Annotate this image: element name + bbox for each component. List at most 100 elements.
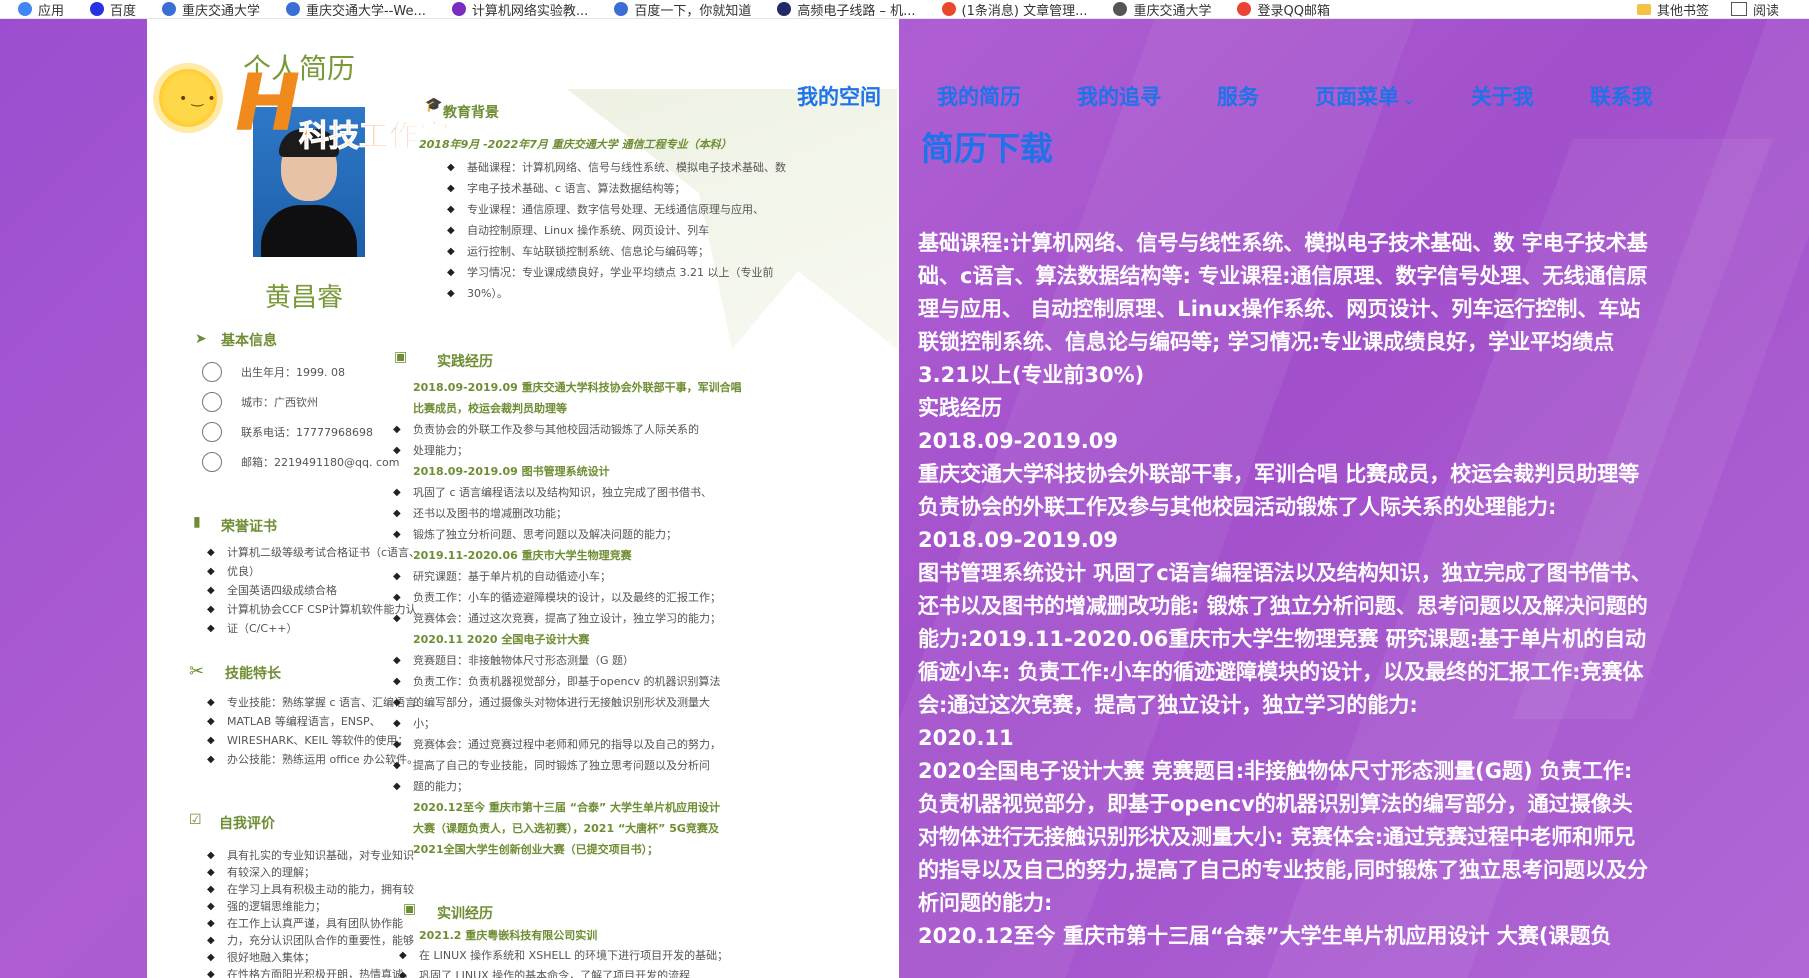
resume-line: 巩固了 LINUX 操作的基本命令，了解了项目开发的流程 — [419, 969, 691, 978]
globe-icon — [614, 2, 629, 16]
page-title: 简历下载 — [921, 129, 1053, 168]
bullet-diamond-icon: ◆ — [393, 697, 401, 708]
bullet-diamond-icon: ◆ — [207, 547, 215, 558]
bookmark-item[interactable]: (1条消息) 文章管理... — [941, 0, 1088, 19]
nav-label: 联系我 — [1589, 85, 1653, 109]
radio-circle-icon — [202, 362, 222, 382]
radio-circle-icon — [202, 392, 222, 412]
bookmark-label: 其他书签 — [1656, 3, 1709, 19]
nav-item[interactable]: 我的追寻 — [1077, 81, 1161, 111]
resume-text-content: 基础课程:计算机网络、信号与线性系统、模拟电子技术基础、数 字电子技术基础、c语… — [918, 227, 1653, 953]
training-icon: ▣ — [403, 901, 417, 917]
bookmark-item[interactable]: 百度一下，你就知道 — [614, 0, 751, 18]
folder-icon — [1636, 3, 1651, 15]
resume-line: 运行控制、车站联锁控制系统、信息论与编码等； — [467, 245, 709, 258]
bookmark-item[interactable]: 登录QQ邮箱 — [1237, 0, 1330, 18]
resume-line: 提高了自己的专业技能，同时锻炼了独立思考问题以及分析问 — [413, 759, 710, 772]
basic-info-line: 邮箱：2219491180@qq. com — [241, 456, 400, 469]
bullet-diamond-icon: ◆ — [447, 183, 455, 194]
basic-info-line: 出生年月：1999. 08 — [241, 366, 345, 379]
bookmark-item[interactable]: 重庆交通大学 — [1113, 0, 1211, 18]
resume-line: 2020.11 2020 全国电子设计大赛 — [413, 633, 590, 646]
chevron-down-icon: ⌄ — [1403, 92, 1415, 108]
content-paragraph: 2020全国电子设计大赛 竞赛题目:非接触物体尺寸形态测量(G题) 负责工作:负… — [918, 759, 1648, 915]
edit-note-icon: ☑ — [189, 812, 202, 828]
bookmark-item[interactable]: 应用 — [18, 0, 64, 18]
content-paragraph: 2020.12至今 重庆市第十三届“合泰”大学生单片机应用设计 大赛(课题负 — [918, 924, 1612, 948]
resume-line: 大赛（课题负责人，已入选初赛），2021 “大唐杯” 5G竞赛及 — [413, 822, 719, 835]
bookmark-label: 重庆交通大学--We... — [306, 3, 426, 19]
resume-arrow-decoration — [567, 89, 897, 349]
resume-line: 全国英语四级成绩合格 — [227, 584, 337, 597]
resume-line: 锻炼了独立分析问题、思考问题以及解决问题的能力； — [413, 528, 677, 541]
apps-grid-icon — [18, 2, 32, 16]
resume-line: 2021.2 重庆粤嵌科技有限公司实训 — [419, 929, 598, 942]
bookmark-item[interactable]: 计算机网络实验教... — [451, 0, 588, 18]
content-paragraph: 2020.11 — [918, 726, 1014, 750]
bullet-diamond-icon: ◆ — [207, 918, 215, 929]
bullet-diamond-icon: ◆ — [207, 716, 215, 727]
bullet-diamond-icon: ◆ — [393, 676, 401, 687]
bookmark-item[interactable]: 其他书签 — [1636, 0, 1709, 19]
resume-line: 负责工作：小车的循迹避障模块的设计，以及最终的汇报工作； — [413, 591, 721, 604]
resume-line: WIRESHARK、KEIL 等软件的使用； — [227, 734, 409, 747]
resume-line: 专业课程：通信原理、数字信号处理、无线通信原理与应用、 — [467, 203, 764, 216]
page-background: 个人简历 • ‿ • H 科技工作室 黄昌睿 ➤ 基本信息 ▮ 荣誉证书 ✂ 技… — [0, 19, 1809, 978]
globe-icon — [162, 2, 177, 16]
nav-item[interactable]: 页面菜单 ⌄ — [1315, 81, 1415, 111]
nav-item[interactable]: 联系我 — [1590, 81, 1653, 111]
bullet-diamond-icon: ◆ — [393, 760, 401, 771]
resume-line: 题的能力； — [413, 780, 468, 793]
bookmark-item[interactable]: 阅读 — [1730, 0, 1779, 18]
tools-icon: ✂ — [189, 661, 205, 682]
bookmark-item[interactable]: 百度 — [90, 0, 137, 19]
bookmark-label: 重庆交通大学 — [182, 3, 261, 19]
bullet-diamond-icon: ◆ — [207, 935, 215, 946]
bullet-diamond-icon: ◆ — [393, 445, 401, 456]
basic-info-line: 联系电话：17777968698 — [241, 426, 373, 439]
resume-line: 自动控制原理、Linux 操作系统、网页设计、列车 — [467, 224, 710, 237]
basic-info-line: 城市：广西钦州 — [241, 396, 318, 409]
bookmark-item[interactable]: 重庆交通大学--We... — [286, 0, 426, 19]
nav-item[interactable]: 关于我 — [1471, 81, 1534, 111]
bullet-diamond-icon: ◆ — [399, 970, 407, 978]
resume-line: 30%）。 — [467, 287, 508, 300]
globe-icon — [286, 2, 301, 16]
resume-line: 竞赛体会：通过竞赛过程中老师和师兄的指导以及自己的努力， — [413, 738, 721, 751]
resume-line: 具有扎实的专业知识基础，对专业知识 — [227, 849, 414, 862]
resume-line: MATLAB 等编程语言，ENSP、 — [227, 715, 381, 728]
bookmark-label: 高频电子线路 – 机... — [797, 3, 916, 19]
resume-line: 2018.09-2019.09 重庆交通大学科技协会外联部干事，军训合唱 — [413, 381, 742, 394]
bullet-diamond-icon: ◆ — [447, 267, 455, 278]
resume-line: 办公技能：熟练运用 office 办公软件。 — [227, 753, 419, 766]
bookmark-item[interactable]: 重庆交通大学 — [162, 0, 261, 19]
content-paragraph: 2018.09-2019.09 — [918, 429, 1119, 453]
resume-line: 字电子技术基础、c 语言、算法数据结构等； — [467, 182, 686, 195]
bullet-diamond-icon: ◆ — [447, 204, 455, 215]
nav-label: 我的追寻 — [1077, 85, 1161, 109]
nav-item[interactable]: 我的简历 — [937, 81, 1021, 111]
bullet-diamond-icon: ◆ — [207, 901, 215, 912]
bookmark-label: 百度 — [110, 3, 137, 19]
nav-label: 关于我 — [1470, 85, 1534, 109]
nav-item[interactable]: 我的空间 — [797, 81, 881, 111]
chevron-right-icon: ➤ — [195, 331, 207, 347]
bullet-diamond-icon: ◆ — [447, 288, 455, 299]
bullet-diamond-icon: ◆ — [393, 571, 401, 582]
bookmark-label: (1条消息) 文章管理... — [961, 3, 1088, 19]
nav-item[interactable]: 服务 — [1217, 81, 1259, 111]
content-paragraph: 重庆交通大学科技协会外联部干事，军训合唱 比赛成员，校运会裁判员助理等 负责协会… — [918, 462, 1640, 519]
resume-line: 计算机协会CCF CSP计算机软件能力认 — [227, 603, 417, 616]
resume-line: 力，充分认识团队合作的重要性，能够 — [227, 934, 414, 947]
bookmarks-bar: 应用 百度 重庆交通大学 重庆交通大学--We... 计算机网络实验教... 百度一下，你… — [0, 0, 1809, 19]
bullet-diamond-icon: ◆ — [393, 655, 401, 666]
bullet-diamond-icon: ◆ — [207, 884, 215, 895]
radio-circle-icon — [202, 422, 222, 442]
resume-line: 比赛成员，校运会裁判员助理等 — [413, 402, 567, 415]
section-basic-info: 基本信息 — [221, 333, 277, 349]
bookmark-item[interactable]: 高频电子线路 – 机... — [777, 0, 916, 19]
resume-line: 负责工作：负责机器视觉部分，即基于opencv 的机器识别算法 — [413, 675, 721, 688]
section-training: 实训经历 — [437, 906, 493, 922]
globe-icon — [1113, 2, 1128, 16]
section-skills: 技能特长 — [225, 666, 281, 682]
